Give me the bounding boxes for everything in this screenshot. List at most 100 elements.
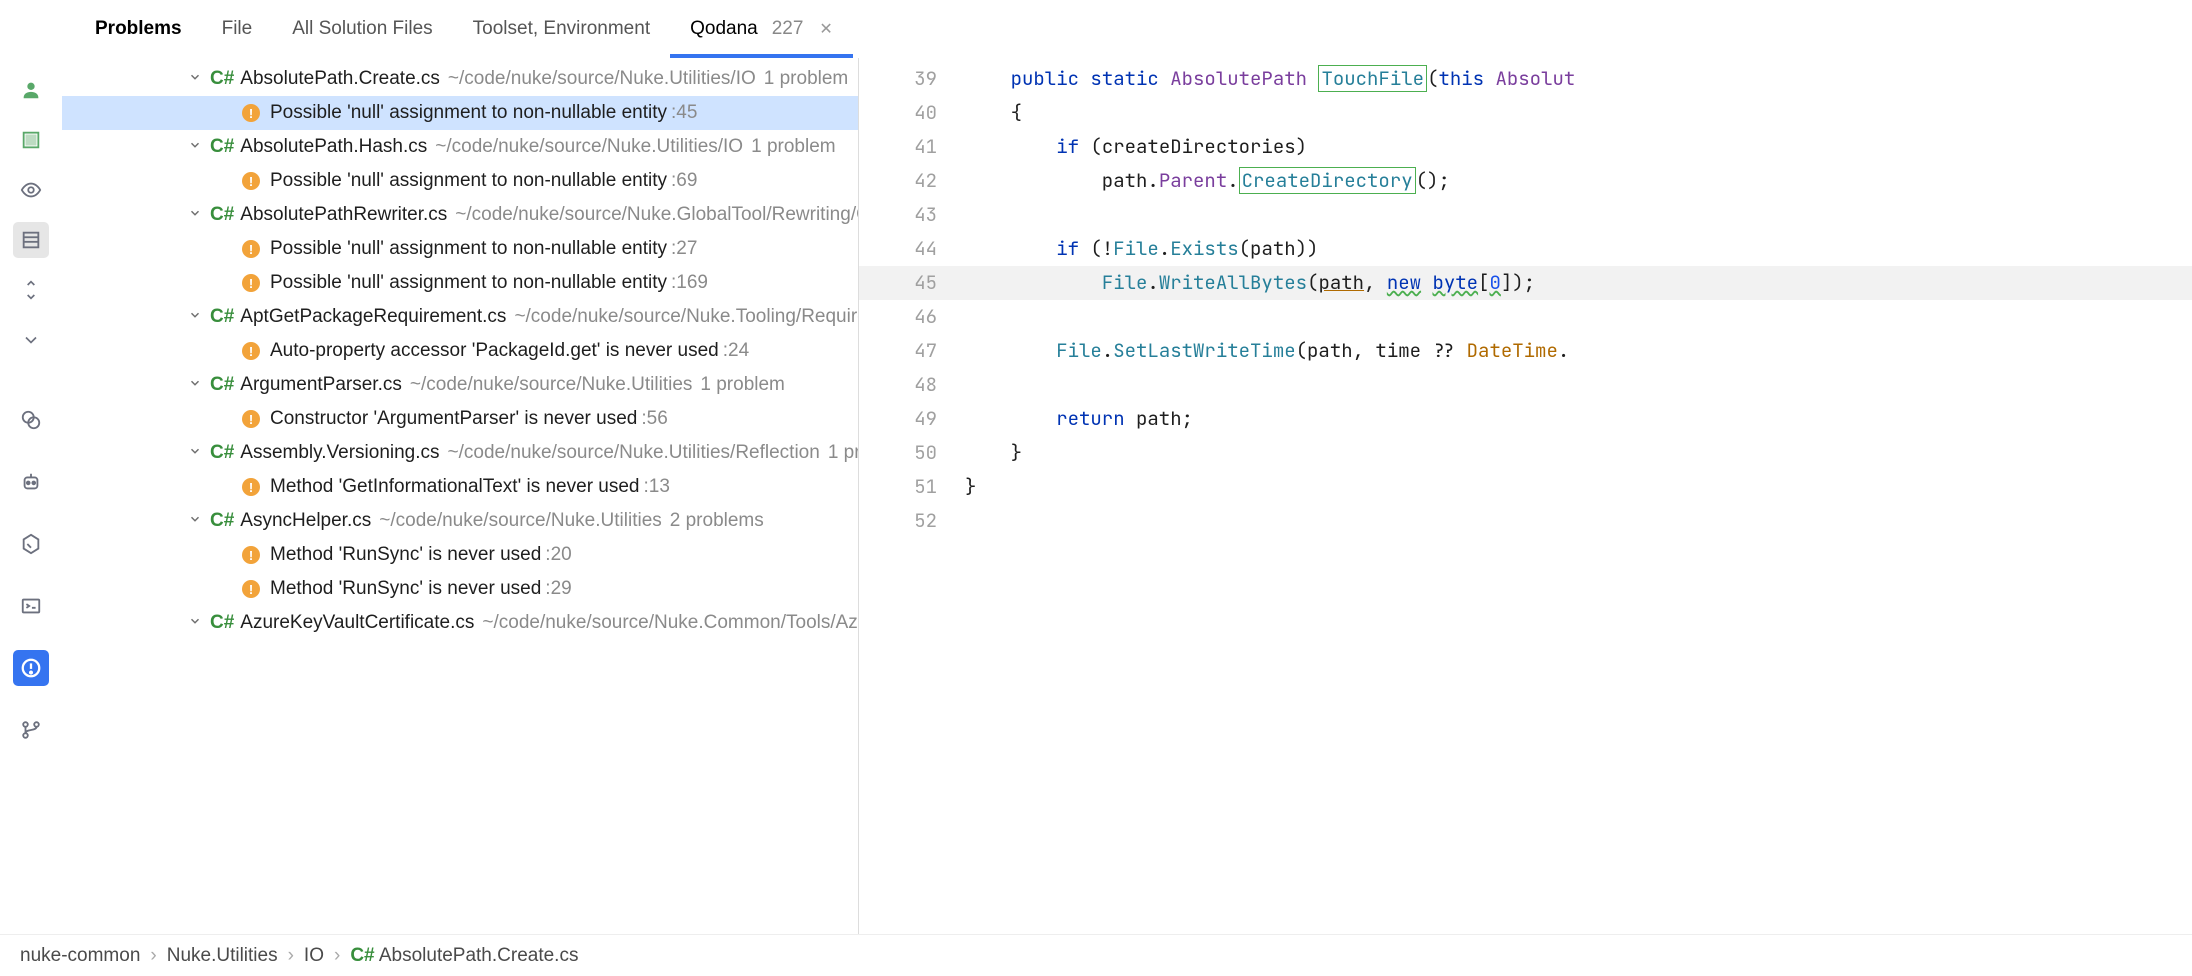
breadcrumb-root[interactable]: nuke-common [20,945,140,967]
warning-icon: ! [242,478,260,496]
file-row[interactable]: C#AbsolutePath.Create.cs~/code/nuke/sour… [62,62,858,96]
close-icon[interactable]: ✕ [819,19,832,39]
file-name: ArgumentParser.cs [240,374,402,396]
file-path: ~/code/nuke/source/Nuke.GlobalTool/Rewri… [455,204,858,226]
cs-badge: C# [210,612,234,634]
line-number: 41 [859,130,965,164]
issue-line: :29 [545,578,571,600]
hexagon-icon[interactable] [13,526,49,562]
issue-line: :45 [671,102,697,124]
file-row[interactable]: C#AzureKeyVaultCertificate.cs~/code/nuke… [62,606,858,640]
issue-line: :169 [671,272,708,294]
editor-code[interactable]: public static AbsolutePath TouchFile(thi… [965,58,2192,934]
problems-count: 1 problem [751,136,836,158]
issue-line: :24 [723,340,749,362]
file-row[interactable]: C# ArgumentParser.cs ~/code/nuke/source/Nu… [62,368,858,402]
expand-collapse-icon[interactable] [13,272,49,308]
tab-toolset-environment[interactable]: Toolset, Environment [453,0,670,58]
issue-row[interactable]: ! Auto-property accessor 'PackageId.get' … [62,334,858,368]
file-name: AzureKeyVaultCertificate.cs [240,612,474,634]
chevron-right-icon: › [334,945,340,967]
file-row[interactable]: C#AptGetPackageRequirement.cs~/code/nuke… [62,300,858,334]
issue-text: Possible 'null' assignment to non-nullab… [270,272,667,294]
issue-row[interactable]: !Method 'GetInformationalText' is never … [62,470,858,504]
problems-tree[interactable]: C# AbsolutePath.Create.cs ~/code/nuke/sour… [62,58,858,934]
issue-text: Possible 'null' assignment to non-nullab… [270,238,667,260]
chevron-down-icon[interactable] [188,138,206,156]
warning-icon: ! [242,546,260,564]
issue-text: Method 'RunSync' is never used [270,544,541,566]
inspection-icon[interactable] [13,122,49,158]
chevron-down-icon[interactable] [188,206,206,224]
warning-icon: ! [242,342,260,360]
line-number: 50 [859,436,965,470]
file-path: ~/code/nuke/source/Nuke.Utilities/Reflec… [448,442,820,464]
chevron-down-icon[interactable] [188,444,206,462]
issue-row[interactable]: ! Possible 'null' assignment to non-nulla… [62,232,858,266]
issue-line: :20 [545,544,571,566]
preview-icon[interactable] [13,222,49,258]
circles-icon[interactable] [13,402,49,438]
git-branch-icon[interactable] [13,712,49,748]
issue-row[interactable]: ! Method 'RunSync' is never used:20 [62,538,858,572]
file-row[interactable]: C#AbsolutePathRewriter.cs~/code/nuke/sou… [62,198,858,232]
chevron-down-icon[interactable] [188,308,206,326]
issue-row[interactable]: !Possible 'null' assignment to non-nulla… [62,266,858,300]
warning-icon: ! [242,240,260,258]
chevron-down-icon[interactable] [188,512,206,530]
issue-text: Auto-property accessor 'PackageId.get' i… [270,340,719,362]
breadcrumb: nuke-common › Nuke.Utilities › IO › C# A… [0,934,2192,976]
issue-line: :27 [671,238,697,260]
issue-line: :13 [644,476,670,498]
user-icon[interactable] [13,72,49,108]
cs-badge: C# [210,374,234,396]
tab-qodana-count: 227 [772,18,804,40]
robot-icon[interactable] [13,464,49,500]
breadcrumb-item[interactable]: IO [304,945,324,967]
breadcrumb-file[interactable]: C# AbsolutePath.Create.cs [350,945,578,967]
problems-count: 2 problems [670,510,764,532]
line-number: 44 [859,232,965,266]
tab-problems[interactable]: Problems [75,0,202,58]
line-number: 43 [859,198,965,232]
line-number: 48 [859,368,965,402]
file-name: AptGetPackageRequirement.cs [240,306,506,328]
file-row[interactable]: C#Assembly.Versioning.cs~/code/nuke/sour… [62,436,858,470]
chevron-right-icon: › [288,945,294,967]
issue-text: Possible 'null' assignment to non-nullab… [270,102,667,124]
file-row[interactable]: C#AsyncHelper.cs~/code/nuke/source/Nuke.… [62,504,858,538]
collapse-icon[interactable] [13,322,49,358]
file-name: AbsolutePath.Create.cs [240,68,440,90]
issue-row[interactable]: !Possible 'null' assignment to non-nulla… [62,164,858,198]
issue-row[interactable]: !Possible 'null' assignment to non-nulla… [62,96,858,130]
tab-all-solution-files[interactable]: All Solution Files [272,0,452,58]
line-number: 42 [859,164,965,198]
file-path: ~/code/nuke/source/Nuke.Utilities/IO [448,68,756,90]
file-path: ~/code/nuke/source/Nuke.Utilities [410,374,693,396]
issue-line: :56 [641,408,667,430]
warning-icon: ! [242,580,260,598]
terminal-icon[interactable] [13,588,49,624]
file-row[interactable]: C#AbsolutePath.Hash.cs~/code/nuke/source… [62,130,858,164]
breadcrumb-item[interactable]: Nuke.Utilities [167,945,278,967]
chevron-down-icon[interactable] [188,614,206,632]
issue-line: :69 [671,170,697,192]
line-number: 39 [859,62,965,96]
tab-qodana[interactable]: Qodana 227 ✕ [670,0,853,58]
warning-icon: ! [242,410,260,428]
chevron-down-icon[interactable] [188,376,206,394]
file-name: AbsolutePath.Hash.cs [240,136,427,158]
issue-row[interactable]: ! Method 'RunSync' is never used:29 [62,572,858,606]
tab-bar: Problems File All Solution Files Toolset… [0,0,2192,58]
chevron-down-icon[interactable] [188,70,206,88]
issue-text: Method 'RunSync' is never used [270,578,541,600]
tab-file[interactable]: File [202,0,273,58]
issue-row[interactable]: !Constructor 'ArgumentParser' is never u… [62,402,858,436]
problems-tool-icon[interactable] [13,650,49,686]
warning-icon: ! [242,172,260,190]
line-number: 46 [859,300,965,334]
problems-count: 1 problem [700,374,785,396]
chevron-right-icon: › [150,945,156,967]
eye-icon[interactable] [13,172,49,208]
line-number: 47 [859,334,965,368]
